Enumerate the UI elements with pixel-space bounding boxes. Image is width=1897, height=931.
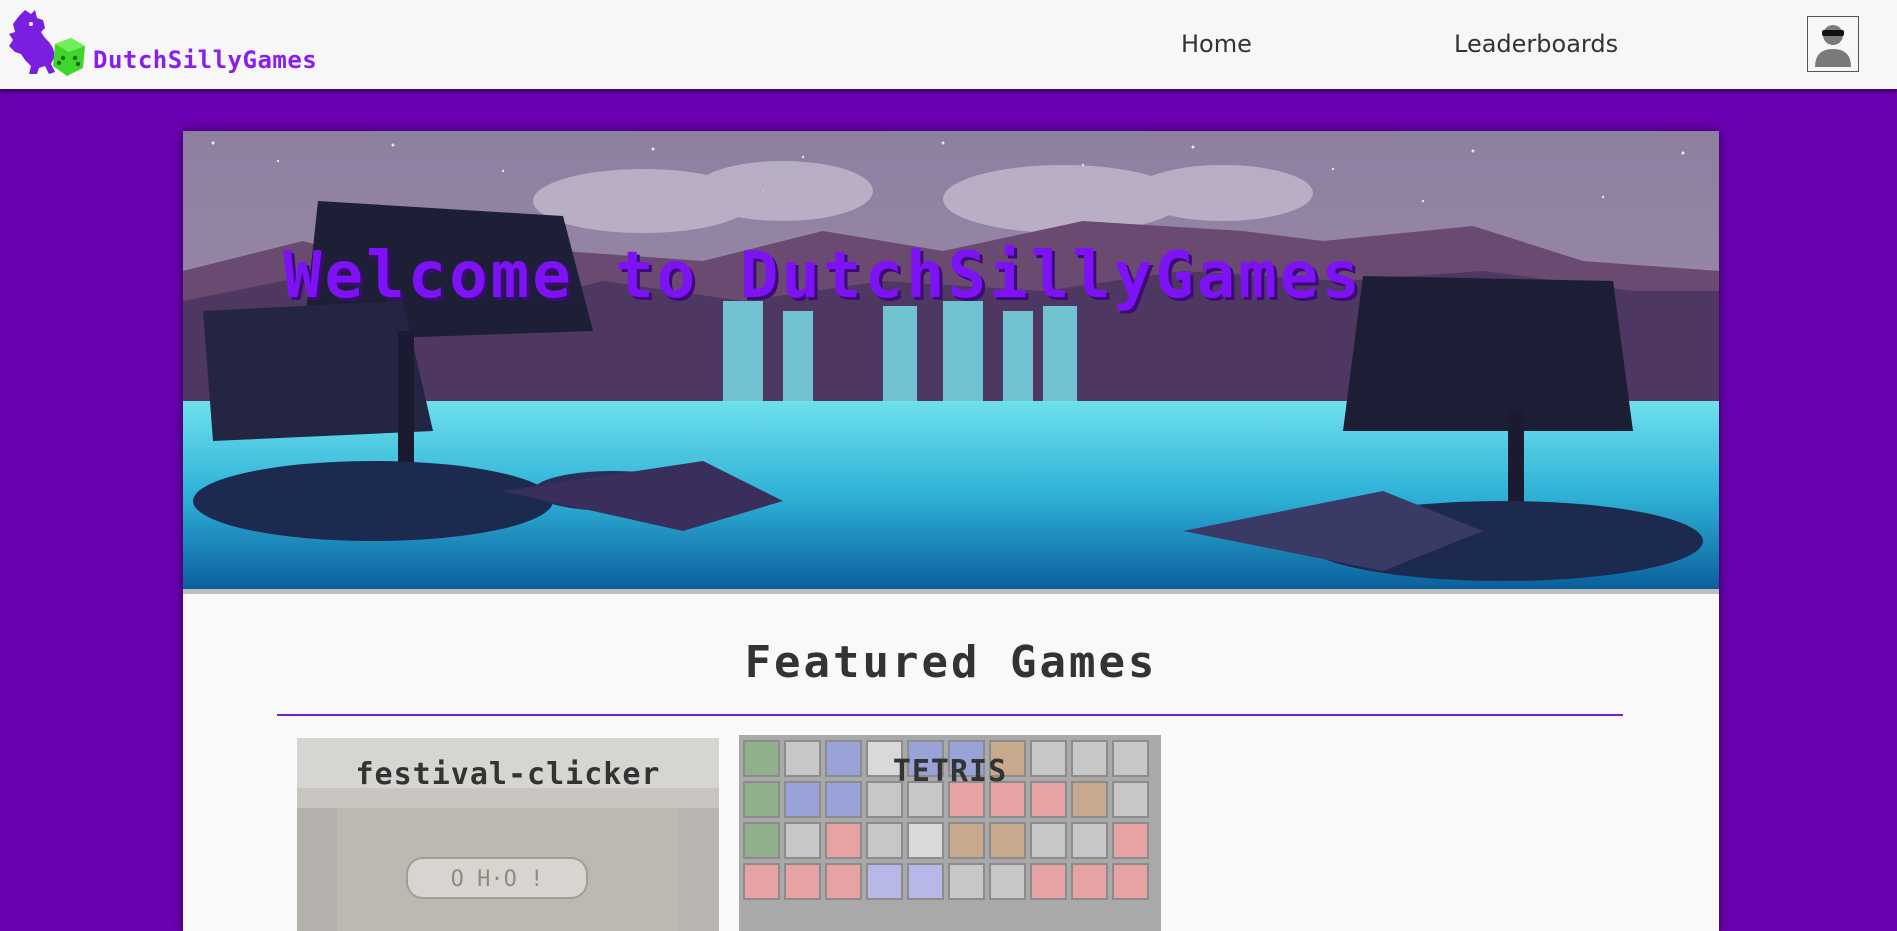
featured-divider [277, 714, 1623, 716]
top-navbar: DutchSillyGames Home Leaderboards [0, 0, 1897, 89]
game-card-tetris[interactable]: TETRIS [739, 735, 1161, 931]
featured-heading: Featured Games [744, 637, 1158, 688]
game-card-title: festival-clicker [355, 757, 661, 792]
user-avatar-button[interactable] [1807, 16, 1859, 72]
main-content: Welcome to DutchSillyGames Featured Game… [183, 131, 1719, 931]
brand-name: DutchSillyGames [93, 46, 318, 74]
nav-home-link[interactable]: Home [1181, 30, 1252, 58]
hero-divider [183, 589, 1719, 594]
user-avatar-icon [1815, 25, 1851, 67]
game-card-festival-clicker[interactable]: O H·O ! festival-clicker [297, 738, 719, 931]
hero-banner: Welcome to DutchSillyGames [183, 131, 1719, 589]
game-card-title: TETRIS [892, 754, 1008, 789]
dice-icon [53, 38, 85, 76]
logo-home-link[interactable]: DutchSillyGames [5, 8, 375, 78]
hero-title: Welcome to DutchSillyGames [283, 239, 1363, 313]
hero-landscape-image [183, 131, 1719, 589]
nav-leaderboards-link[interactable]: Leaderboards [1454, 30, 1618, 58]
svg-text:O H·O !: O H·O ! [451, 867, 544, 892]
